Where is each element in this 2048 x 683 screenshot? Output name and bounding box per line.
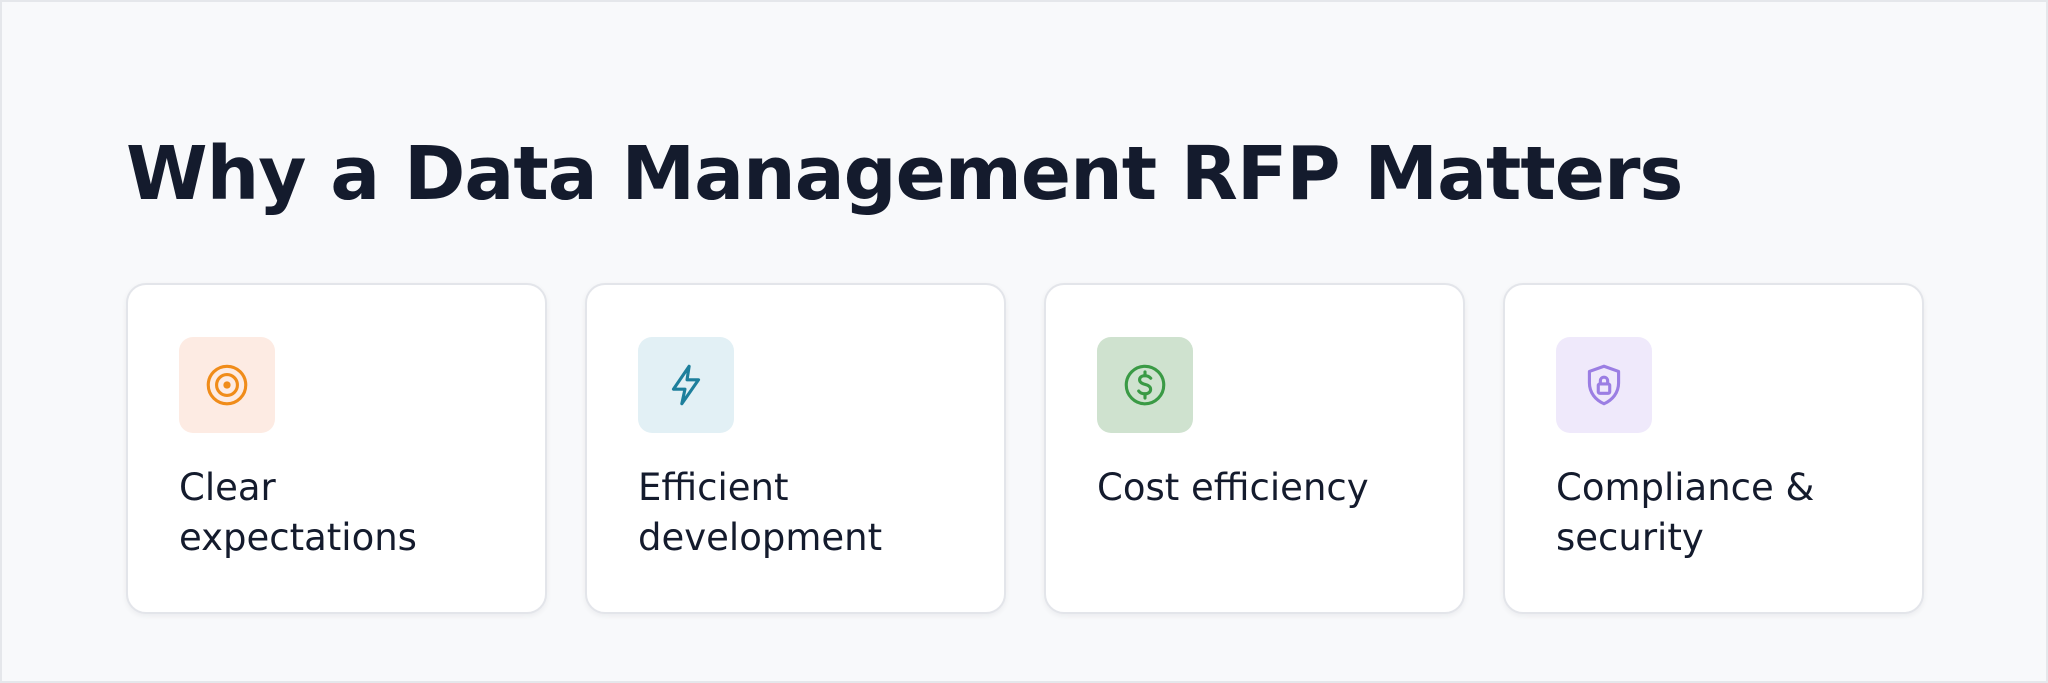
page-title: Why a Data Management RFP Matters [126,131,1683,217]
shield-lock-icon [1587,364,1621,406]
slide: Why a Data Management RFP Matters Clear … [0,0,2048,683]
card-label: Compliance & security [1556,466,1815,559]
card-label: Efficient development [638,466,883,559]
card-cost-efficiency: Cost efficiency [1044,283,1465,614]
card-icon-tile [179,337,275,433]
card-efficient-development: Efficient development [585,283,1006,614]
dollar-coin-icon [1124,364,1166,406]
card-grid: Clear expectations Efficient development… [126,283,1924,614]
card-compliance-security: Compliance & security [1503,283,1924,614]
card-label: Clear expectations [179,466,417,559]
card-clear-expectations: Clear expectations [126,283,547,614]
target-icon [206,364,248,406]
lightning-icon [671,364,701,406]
card-icon-tile [1556,337,1652,433]
card-icon-tile [1097,337,1193,433]
card-icon-tile [638,337,734,433]
card-label: Cost efficiency [1097,466,1369,509]
